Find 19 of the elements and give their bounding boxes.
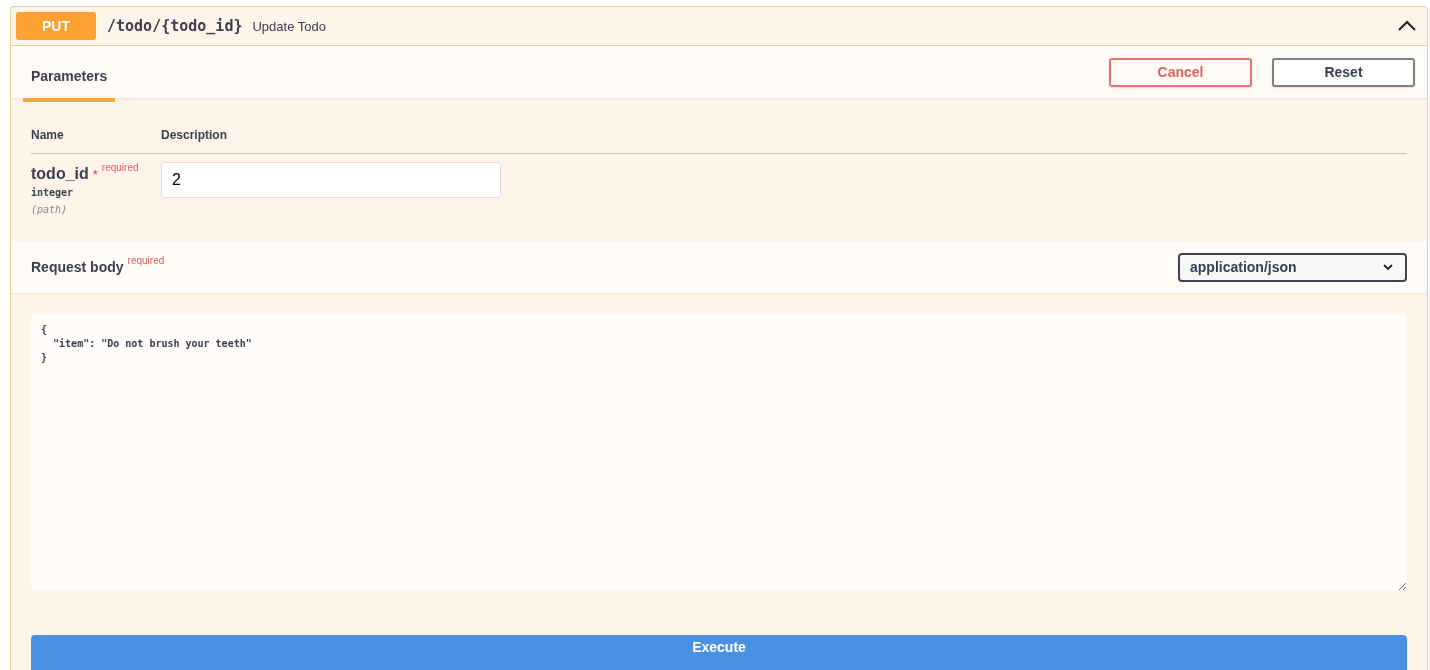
- caret-icon: [1383, 263, 1393, 271]
- content-type-dropdown[interactable]: application/json: [1178, 252, 1407, 282]
- parameter-type: integer: [31, 187, 75, 198]
- parameter-name: todo_id: [31, 165, 89, 183]
- parameter-location: (path): [31, 204, 69, 215]
- parameters-tab[interactable]: Parameters: [23, 50, 116, 102]
- method-badge: PUT: [16, 12, 96, 40]
- todo-id-input-field[interactable]: 2: [161, 162, 501, 198]
- required-asterisk: *: [92, 167, 98, 182]
- request-body-editor[interactable]: { "item": "Do not brush your teeth" }: [31, 313, 1407, 591]
- request-body-title: Request body: [31, 259, 124, 275]
- required-label: required: [101, 162, 139, 173]
- column-header: Name: [31, 128, 65, 142]
- endpoint-path: /todo/{todo_id}: [107, 17, 243, 35]
- column-header: Description: [161, 128, 227, 142]
- reset-button[interactable]: Reset: [1272, 57, 1415, 87]
- collapse-chevron-icon[interactable]: [1398, 20, 1416, 32]
- required-label: required: [127, 255, 165, 266]
- endpoint-summary: Update Todo: [252, 18, 326, 34]
